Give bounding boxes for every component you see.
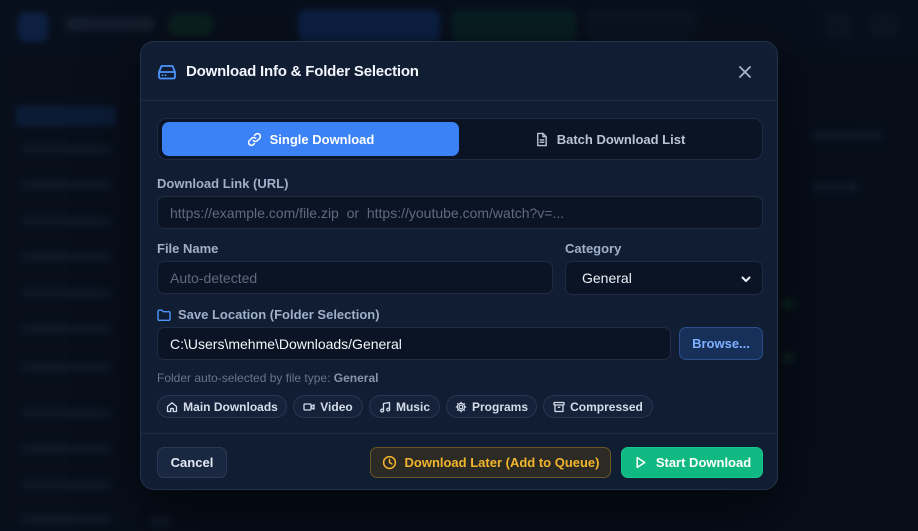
clock-icon [382,455,396,470]
chip-label: Programs [471,399,529,414]
save-path-field[interactable]: C:\Users\mehme\Downloads/General [157,327,671,360]
download-mode-tabs: Single Download Batch Download List [157,118,763,160]
tab-single-download[interactable]: Single Download [162,122,459,156]
start-download-label: Start Download [655,455,752,470]
start-download-button[interactable]: Start Download [621,447,763,478]
home-icon [167,401,178,412]
link-icon [247,132,261,146]
download-later-label: Download Later (Add to Queue) [404,455,600,470]
chip-music[interactable]: Music [369,395,440,418]
url-label: Download Link (URL) [157,176,289,191]
url-input[interactable] [157,196,763,229]
download-later-button[interactable]: Download Later (Add to Queue) [370,447,611,478]
category-label: Category [565,241,622,256]
category-selected-value: General [582,270,632,286]
chip-label: Music [395,399,430,414]
chip-label: Compressed [570,399,643,414]
archive-icon [553,401,565,412]
video-icon [303,402,315,411]
dialog-footer-divider [141,433,777,434]
cancel-button-label: Cancel [170,455,214,470]
file-name-label: File Name [157,241,219,256]
gear-icon [455,401,467,412]
tab-label: Single Download [269,131,375,147]
browse-button[interactable]: Browse... [679,327,763,360]
save-path-value: C:\Users\mehme\Downloads/General [170,335,402,352]
dialog-title: Download Info & Folder Selection [186,63,419,80]
folder-hint-prefix: Folder auto-selected by file type: [157,371,331,385]
category-select[interactable]: General [565,261,763,295]
chip-compressed[interactable]: Compressed [543,395,653,418]
chip-label: Video [320,399,353,414]
play-icon [636,456,646,469]
file-name-input[interactable] [157,261,553,294]
dialog-header: Download Info & Folder Selection [141,42,777,101]
chip-programs[interactable]: Programs [446,395,537,418]
tab-label: Batch Download List [556,131,686,147]
folder-icon [157,309,171,321]
download-dialog: Download Info & Folder Selection Single … [140,41,778,490]
save-location-label-text: Save Location (Folder Selection) [178,307,380,322]
folder-hint-type: General [333,371,379,385]
tab-batch-download-list[interactable]: Batch Download List [461,122,758,156]
chip-video[interactable]: Video [293,395,363,418]
save-location-label: Save Location (Folder Selection) [157,307,380,322]
close-icon[interactable] [735,62,755,82]
folder-hint: Folder auto-selected by file type: Gener… [157,371,378,385]
chip-main-downloads[interactable]: Main Downloads [157,395,287,418]
drive-icon [158,65,176,80]
cancel-button[interactable]: Cancel [157,447,227,478]
document-icon [536,132,547,146]
chevron-down-icon [741,276,751,282]
chip-label: Main Downloads [183,399,278,414]
music-icon [380,401,391,413]
